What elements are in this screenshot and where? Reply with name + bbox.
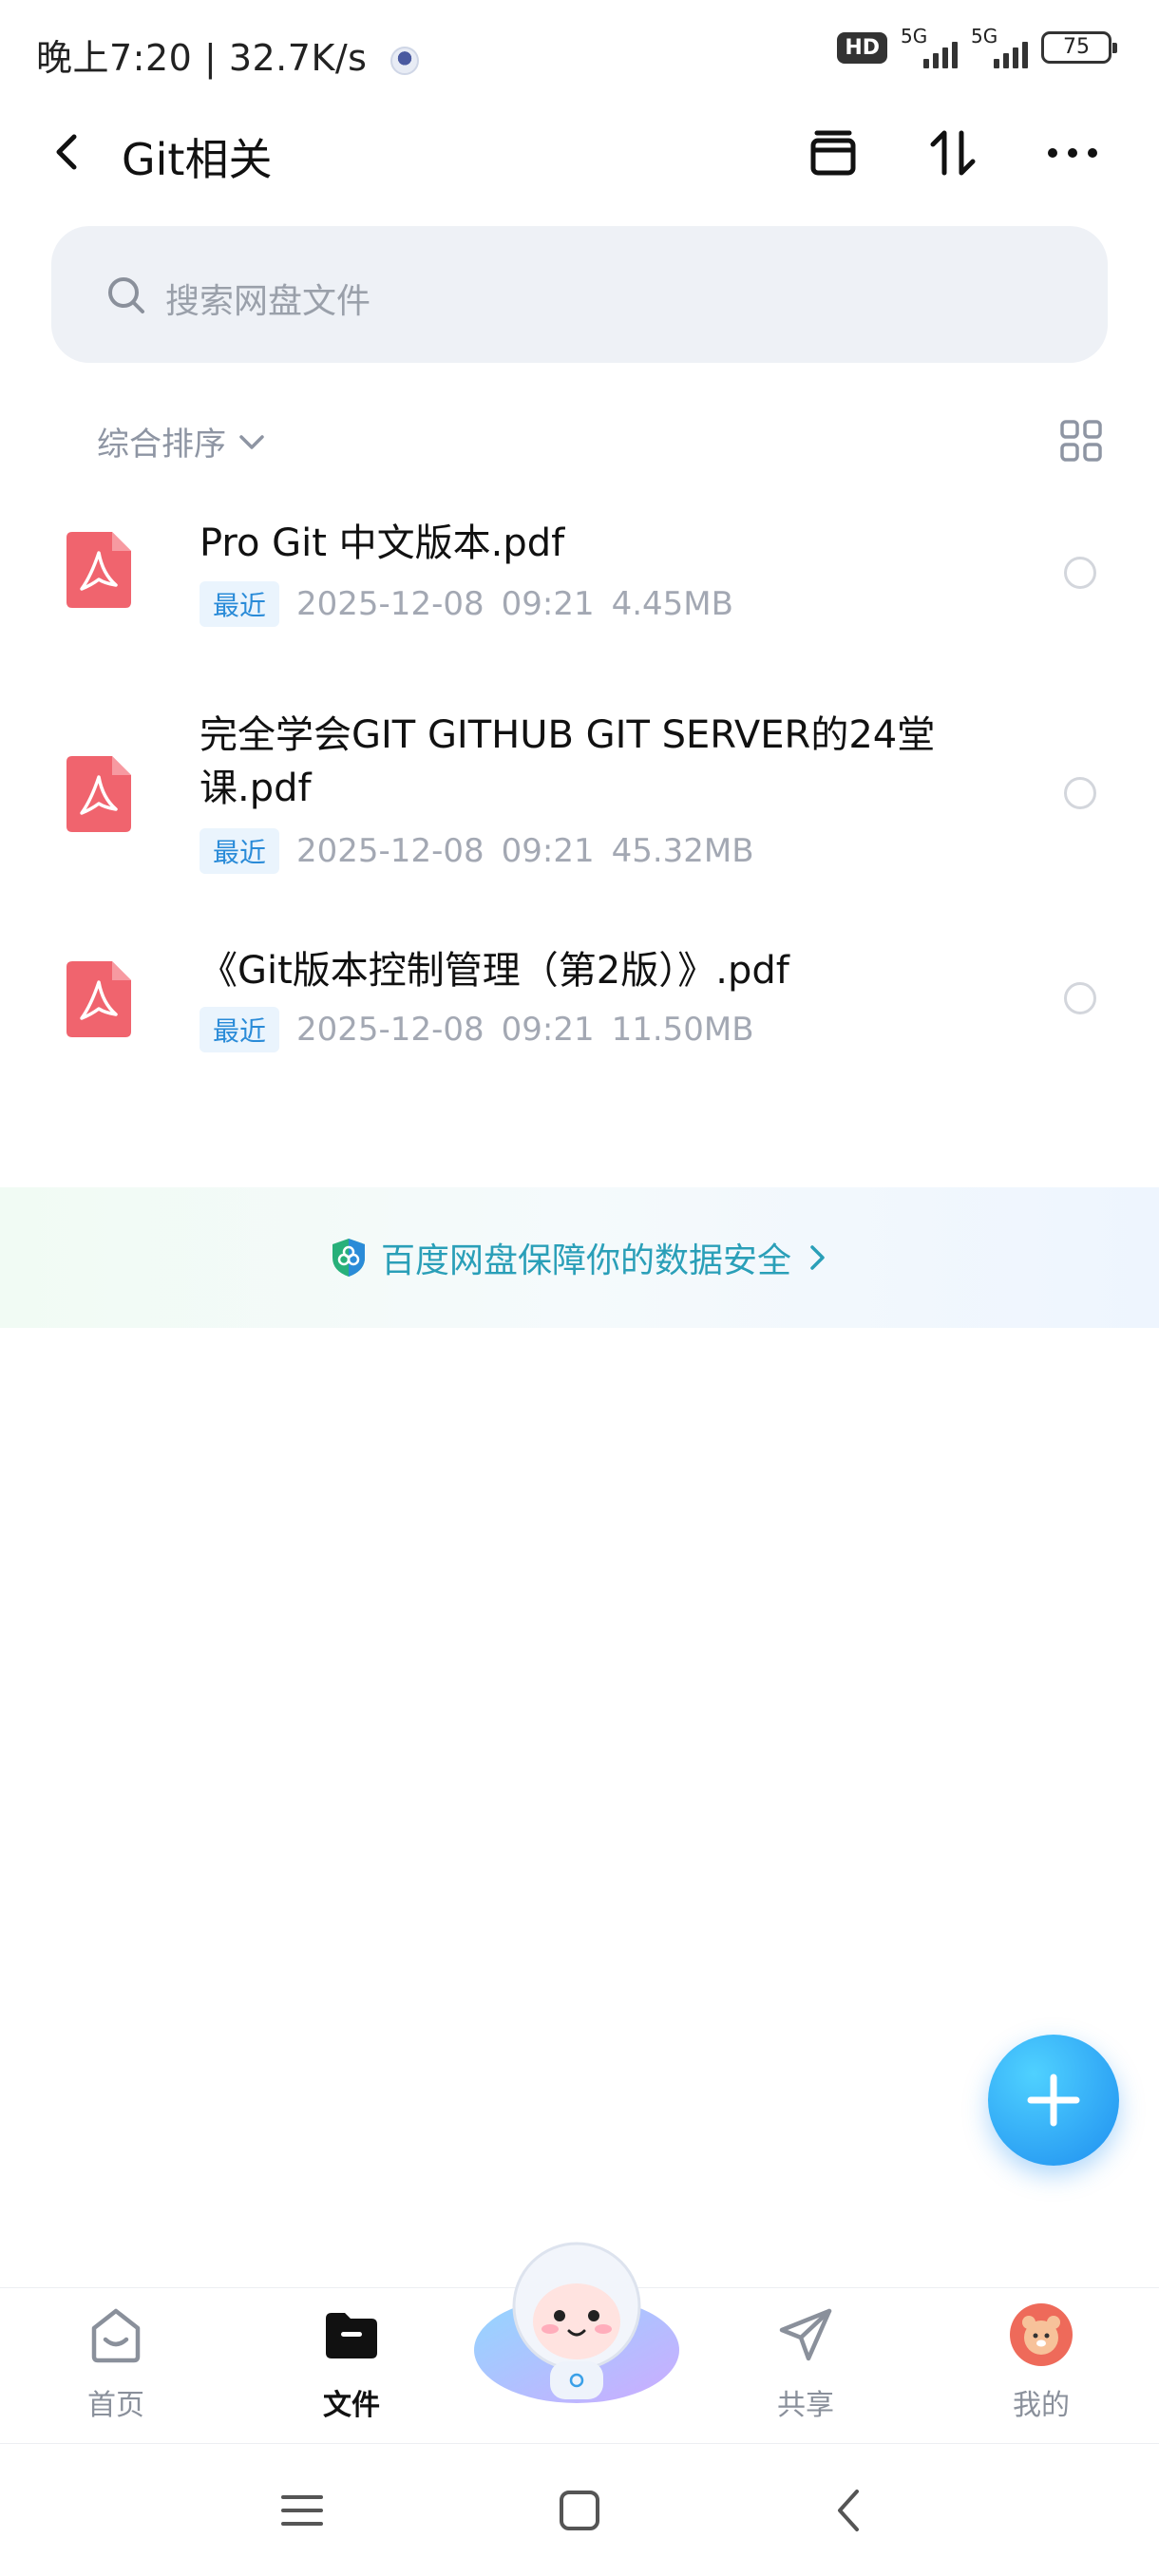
file-row[interactable]: 完全学会GIT GITHUB GIT SERVER的24堂课.pdf 最近 20… [0, 699, 1159, 889]
add-button[interactable] [988, 2035, 1119, 2166]
recent-badge: 最近 [200, 581, 280, 627]
shield-icon [332, 1239, 365, 1277]
file-row[interactable]: Pro Git 中文版本.pdf 最近 2025-12-08 09:21 4.4… [0, 494, 1159, 636]
status-left: 晚上7:20 | 32.7K/s [36, 28, 420, 81]
select-radio[interactable] [1064, 982, 1096, 1014]
system-nav-bar [0, 2443, 1159, 2576]
recent-badge: 最近 [200, 1007, 280, 1052]
hd-voice-icon: HD [837, 31, 887, 64]
select-radio[interactable] [1064, 557, 1096, 589]
file-size: 11.50MB [611, 1011, 754, 1049]
home-icon [91, 2308, 141, 2363]
menu-lines-icon [281, 2495, 323, 2526]
status-time: 晚上7:20 [36, 37, 193, 79]
sort-label: 综合排序 [97, 426, 226, 464]
select-radio[interactable] [1064, 777, 1096, 809]
grid-view-button[interactable] [1058, 418, 1104, 464]
sort-dropdown[interactable]: 综合排序 [97, 418, 268, 464]
sort-arrows-icon [930, 130, 976, 176]
recents-button[interactable] [276, 2484, 329, 2537]
mascot-icon [474, 2242, 679, 2403]
file-time: 09:21 [501, 585, 595, 623]
search-placeholder: 搜索网盘文件 [165, 282, 371, 321]
grid-view-icon [1060, 420, 1102, 462]
battery-icon: 75 [1041, 31, 1117, 64]
notification-app-icon [390, 46, 420, 75]
archive-icon [810, 130, 856, 176]
home-system-button[interactable] [553, 2484, 606, 2537]
file-time: 09:21 [501, 832, 595, 870]
file-name: 完全学会GIT GITHUB GIT SERVER的24堂课.pdf [200, 713, 936, 810]
folder-icon [326, 2313, 377, 2358]
top-app-bar: Git相关 [0, 104, 1159, 199]
file-meta: 最近 2025-12-08 09:21 11.50MB [200, 1007, 754, 1052]
archive-button[interactable] [804, 123, 863, 182]
more-horizontal-icon [1048, 148, 1097, 158]
file-size: 4.45MB [611, 585, 733, 623]
page-title: Git相关 [122, 134, 273, 185]
file-size: 45.32MB [611, 832, 754, 870]
nav-share[interactable]: 共享 [730, 2301, 882, 2423]
chevron-right-icon [810, 1245, 825, 1270]
back-button[interactable] [42, 125, 95, 179]
nav-profile[interactable]: 我的 [965, 2301, 1117, 2423]
file-meta: 最近 2025-12-08 09:21 4.45MB [200, 581, 733, 627]
pdf-file-icon [66, 961, 131, 1037]
nav-label: 首页 [87, 2389, 144, 2422]
more-button[interactable] [1043, 123, 1102, 182]
file-meta: 最近 2025-12-08 09:21 45.32MB [200, 828, 754, 874]
plus-icon [1027, 2074, 1080, 2127]
nav-label: 共享 [777, 2389, 834, 2422]
back-system-button[interactable] [823, 2484, 876, 2537]
file-date: 2025-12-08 [296, 585, 484, 623]
nav-files[interactable]: 文件 [276, 2301, 428, 2423]
mascot-assistant-button[interactable] [470, 2228, 683, 2409]
file-name: 《Git版本控制管理（第2版）》.pdf [200, 949, 789, 993]
signal-icon: 5G [901, 25, 958, 68]
file-date: 2025-12-08 [296, 832, 484, 870]
file-row[interactable]: 《Git版本控制管理（第2版）》.pdf 最近 2025-12-08 09:21… [0, 927, 1159, 1070]
nav-label: 文件 [323, 2389, 380, 2422]
recent-badge: 最近 [200, 828, 280, 874]
nav-label: 我的 [1013, 2389, 1070, 2422]
search-input[interactable]: 搜索网盘文件 [51, 226, 1108, 363]
file-date: 2025-12-08 [296, 1011, 484, 1049]
data-safety-banner[interactable]: 百度网盘保障你的数据安全 [0, 1187, 1159, 1328]
status-right: HD 5G 5G 75 [837, 25, 1117, 68]
signal-icon: 5G [971, 25, 1028, 68]
chevron-left-icon [56, 134, 77, 170]
pdf-file-icon [66, 756, 131, 832]
nav-home[interactable]: 首页 [40, 2301, 192, 2423]
search-icon [108, 277, 144, 313]
status-bar: 晚上7:20 | 32.7K/s HD 5G 5G 75 [0, 0, 1159, 104]
share-icon [779, 2308, 832, 2361]
square-icon [560, 2491, 599, 2530]
status-net-speed: 32.7K/s [228, 37, 368, 79]
chevron-down-icon [239, 434, 264, 449]
chevron-left-icon [838, 2490, 859, 2531]
safety-text: 百度网盘保障你的数据安全 [380, 1241, 791, 1280]
file-time: 09:21 [501, 1011, 595, 1049]
file-name: Pro Git 中文版本.pdf [200, 521, 565, 565]
pdf-file-icon [66, 532, 131, 608]
sort-button[interactable] [923, 123, 982, 182]
profile-avatar-icon [1010, 2303, 1073, 2366]
